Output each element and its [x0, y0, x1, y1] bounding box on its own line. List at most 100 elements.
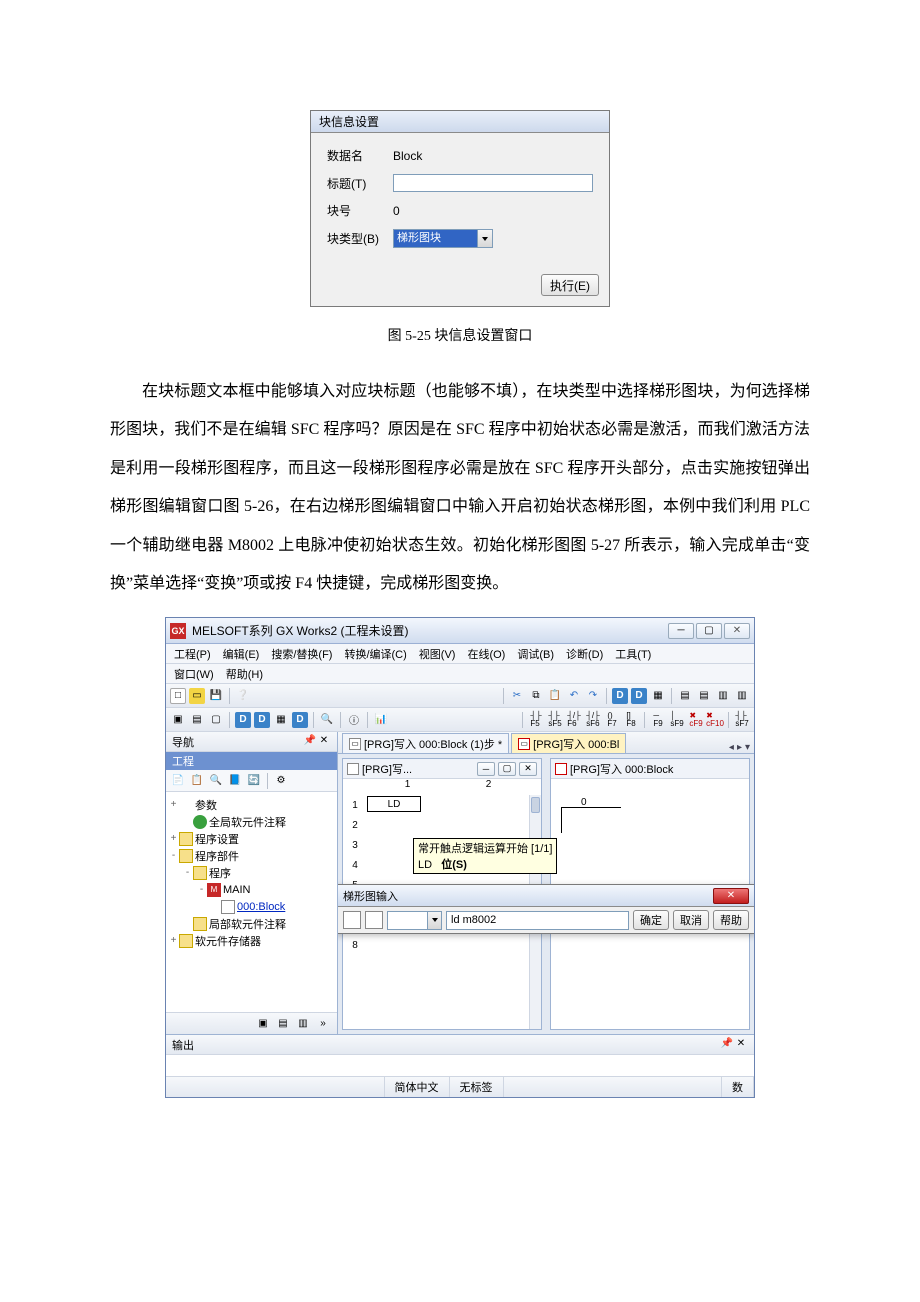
find-icon[interactable]: 🔍: [319, 712, 335, 728]
tree-node[interactable]: -程序部件: [166, 847, 337, 864]
tab-next-icon[interactable]: ▸: [737, 742, 742, 753]
nav-ico-2[interactable]: 📋: [189, 773, 205, 789]
help-icon[interactable]: ❔: [235, 688, 251, 704]
menu-tool[interactable]: 工具(T): [615, 646, 651, 662]
menu-find[interactable]: 搜索/替换(F): [271, 646, 332, 662]
chevron-down-icon[interactable]: [477, 230, 492, 247]
tree-node[interactable]: 000:Block: [166, 898, 337, 915]
expand-icon[interactable]: -: [168, 850, 179, 861]
tree-node[interactable]: 局部软元件注释: [166, 915, 337, 932]
f5-icon[interactable]: ┤├F5: [528, 712, 544, 728]
block-type-select[interactable]: 梯形图块: [393, 229, 493, 248]
grid-row[interactable]: 1LD: [343, 795, 529, 815]
panel-icon-3[interactable]: ▢: [208, 712, 224, 728]
ladder-text-input[interactable]: ld m8002: [446, 911, 629, 930]
dev-icon-2[interactable]: D: [631, 688, 647, 704]
tree-node[interactable]: -程序: [166, 864, 337, 881]
nav-ico-3[interactable]: 🔍: [208, 773, 224, 789]
plc-icon-3[interactable]: ▥: [715, 688, 731, 704]
grid-row[interactable]: 2: [343, 815, 529, 835]
expand-icon[interactable]: +: [168, 935, 179, 946]
tree-node[interactable]: -MMAIN: [166, 881, 337, 898]
pin-icon[interactable]: 📌: [720, 1038, 734, 1052]
undo-icon[interactable]: ↶: [566, 688, 582, 704]
save-icon[interactable]: 💾: [208, 688, 224, 704]
cf10-icon[interactable]: ✖cF10: [707, 712, 723, 728]
plc-icon-1[interactable]: ▤: [677, 688, 693, 704]
dev-d-icon[interactable]: D: [292, 712, 308, 728]
info-icon[interactable]: ⓘ: [346, 712, 362, 728]
nav-ico-5[interactable]: 🔄: [246, 773, 262, 789]
mdi-close-icon[interactable]: ✕: [519, 762, 537, 776]
execute-button[interactable]: 执行(E): [541, 274, 599, 296]
maximize-button[interactable]: ▢: [696, 623, 722, 639]
ok-button[interactable]: 确定: [633, 910, 669, 930]
open-icon[interactable]: ▭: [189, 688, 205, 704]
ladder-type-combo[interactable]: [387, 911, 442, 930]
menu-online[interactable]: 在线(O): [467, 646, 505, 662]
close-button[interactable]: ✕: [713, 888, 749, 904]
f8-icon[interactable]: []F8: [623, 712, 639, 728]
expand-icon[interactable]: -: [196, 884, 207, 895]
grid-row[interactable]: 8: [343, 935, 529, 955]
nav-ico-1[interactable]: 📄: [170, 773, 186, 789]
tab-menu-icon[interactable]: ▾: [745, 742, 750, 753]
sf9-icon[interactable]: │sF9: [669, 712, 685, 728]
ladder-ico-1[interactable]: [343, 911, 361, 929]
chevron-down-icon[interactable]: [427, 912, 441, 929]
help-button[interactable]: 帮助: [713, 910, 749, 930]
cf9-icon[interactable]: ✖cF9: [688, 712, 704, 728]
tab-prev-icon[interactable]: ◂: [729, 742, 734, 753]
menu-convert[interactable]: 转换/编译(C): [344, 646, 406, 662]
redo-icon[interactable]: ↷: [585, 688, 601, 704]
mdi-min-icon[interactable]: ─: [477, 762, 495, 776]
dev-icon-3[interactable]: ▦: [650, 688, 666, 704]
cut-icon[interactable]: ✂: [509, 688, 525, 704]
tree-node[interactable]: +软元件存储器: [166, 932, 337, 949]
paste-icon[interactable]: 📋: [547, 688, 563, 704]
menu-project[interactable]: 工程(P): [174, 646, 211, 662]
nav-foot-1[interactable]: ▣: [255, 1016, 271, 1032]
nav-ico-6[interactable]: ⚙: [273, 773, 289, 789]
pin-icon[interactable]: 📌: [303, 735, 317, 749]
menu-view[interactable]: 视图(V): [419, 646, 456, 662]
expand-icon[interactable]: +: [168, 799, 179, 810]
sf7-icon[interactable]: ┤├sF7: [734, 712, 750, 728]
dev-icon-1[interactable]: D: [612, 688, 628, 704]
new-icon[interactable]: □: [170, 688, 186, 704]
plc-icon-4[interactable]: ▥: [734, 688, 750, 704]
nav-ico-4[interactable]: 📘: [227, 773, 243, 789]
ld-instruction[interactable]: LD: [367, 796, 421, 812]
panel-icon-2[interactable]: ▤: [189, 712, 205, 728]
nav-foot-more[interactable]: »: [315, 1016, 331, 1032]
menu-window[interactable]: 窗口(W): [174, 666, 214, 682]
f7-icon[interactable]: ()F7: [604, 712, 620, 728]
dev-b-icon[interactable]: D: [254, 712, 270, 728]
sf6-icon[interactable]: ┤/├sF6: [585, 712, 601, 728]
tree-node[interactable]: +参数: [166, 796, 337, 813]
dev-a-icon[interactable]: D: [235, 712, 251, 728]
menu-debug[interactable]: 调试(B): [517, 646, 554, 662]
output-close-icon[interactable]: ✕: [734, 1038, 748, 1052]
tree-node[interactable]: +程序设置: [166, 830, 337, 847]
f9-icon[interactable]: ─F9: [650, 712, 666, 728]
nav-foot-3[interactable]: ▥: [295, 1016, 311, 1032]
nav-section-project[interactable]: 工程: [166, 752, 337, 770]
output-body[interactable]: [166, 1055, 754, 1077]
tree-node[interactable]: 全局软元件注释: [166, 813, 337, 830]
title-input[interactable]: [393, 174, 593, 192]
expand-icon[interactable]: +: [168, 833, 179, 844]
menu-edit[interactable]: 编辑(E): [223, 646, 260, 662]
nav-close-icon[interactable]: ✕: [317, 735, 331, 749]
close-button[interactable]: ✕: [724, 623, 750, 639]
tab-prg-block[interactable]: ▭ [PRG]写入 000:Bl: [511, 733, 626, 753]
tab-prg-block-steps[interactable]: ▭ [PRG]写入 000:Block (1)步 *: [342, 733, 509, 753]
sf5-icon[interactable]: ┤├sF5: [547, 712, 563, 728]
minimize-button[interactable]: ─: [668, 623, 694, 639]
mdi-max-icon[interactable]: ▢: [498, 762, 516, 776]
cancel-button[interactable]: 取消: [673, 910, 709, 930]
expand-icon[interactable]: -: [182, 867, 193, 878]
nav-foot-2[interactable]: ▤: [275, 1016, 291, 1032]
project-tree[interactable]: +参数全局软元件注释+程序设置-程序部件-程序-MMAIN000:Block局部…: [166, 792, 337, 1012]
f6-icon[interactable]: ┤/├F6: [566, 712, 582, 728]
